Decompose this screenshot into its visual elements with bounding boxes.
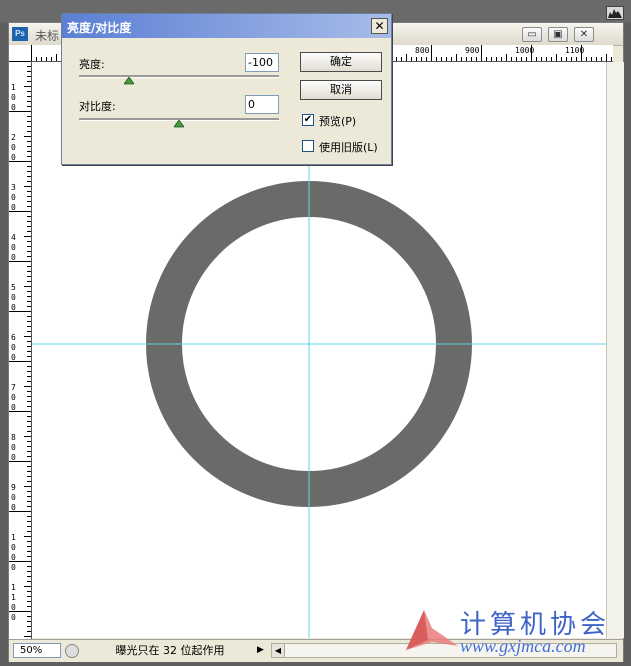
status-info-icon[interactable] (65, 644, 79, 658)
ruler-label-digit: 0 (11, 403, 16, 412)
scroll-left-arrow-icon[interactable]: ◀ (272, 644, 285, 657)
ruler-label: 1000 (515, 46, 535, 55)
ruler-label-digit: 0 (11, 453, 16, 462)
ruler-label-digit: 0 (11, 253, 16, 262)
ruler-label-digit: 1 (11, 83, 16, 92)
contrast-input[interactable]: 0 (245, 95, 279, 114)
contrast-label: 对比度: (79, 100, 116, 113)
ruler-label-digit: 0 (11, 613, 16, 622)
ruler-vertical[interactable]: 10020030040050060070080090010001100 (9, 61, 32, 639)
ruler-label-digit: 0 (11, 443, 16, 452)
ruler-label-digit: 0 (11, 343, 16, 352)
preview-label: 预览(P) (319, 115, 357, 128)
ruler-label-digit: 0 (11, 103, 16, 112)
brightness-input[interactable]: -100 (245, 53, 279, 72)
ruler-label-digit: 0 (11, 143, 16, 152)
ruler-label-digit: 0 (11, 353, 16, 362)
photoshop-icon: Ps (12, 27, 28, 41)
ruler-label-digit: 0 (11, 193, 16, 202)
legacy-checkbox[interactable] (302, 140, 314, 152)
watermark-logo-icon (406, 610, 458, 650)
watermark: 计算机协会 www.gxjmca.com (402, 600, 628, 662)
brightness-contrast-dialog: 亮度/对比度 ✕ 亮度: -100 对比度: 0 确定 取消 ✔ 预览(P) 使… (61, 13, 392, 165)
dialog-title: 亮度/对比度 (67, 21, 132, 35)
ruler-label-digit: 1 (11, 583, 16, 592)
ruler-label-digit: 9 (11, 483, 16, 492)
ruler-label-digit: 4 (11, 233, 16, 242)
ruler-label-digit: 0 (11, 293, 16, 302)
ruler-label-digit: 0 (11, 503, 16, 512)
ruler-label-digit: 0 (11, 493, 16, 502)
ruler-label-digit: 0 (11, 243, 16, 252)
ok-button[interactable]: 确定 (300, 52, 382, 72)
ruler-label-digit: 0 (11, 203, 16, 212)
ruler-label-digit: 0 (11, 563, 16, 572)
ruler-label-digit: 1 (11, 533, 16, 542)
ruler-label-digit: 0 (11, 543, 16, 552)
ruler-label-digit: 0 (11, 153, 16, 162)
ruler-label-digit: 0 (11, 303, 16, 312)
ruler-label: 800 (415, 46, 430, 55)
ruler-label-digit: 5 (11, 283, 16, 292)
checkmark-icon: ✔ (303, 114, 313, 125)
ruler-label-digit: 1 (11, 593, 16, 602)
dialog-title-bar[interactable]: 亮度/对比度 ✕ (62, 14, 391, 38)
ruler-label-digit: 6 (11, 333, 16, 342)
legacy-label: 使用旧版(L) (319, 141, 378, 154)
document-title: 未标 (35, 29, 60, 43)
status-menu-arrow-icon[interactable]: ▶ (257, 645, 264, 655)
status-message: 曝光只在 32 位起作用 (115, 644, 225, 657)
ruler-label-digit: 2 (11, 133, 16, 142)
contrast-slider-thumb[interactable] (174, 120, 184, 128)
ruler-label: 900 (465, 46, 480, 55)
ruler-origin[interactable] (9, 45, 32, 62)
ruler-label: 1100 (565, 46, 585, 55)
ruler-label-digit: 0 (11, 603, 16, 612)
restore-button[interactable]: ▣ (548, 27, 568, 42)
watermark-url: www.gxjmca.com (460, 636, 586, 656)
brightness-slider-thumb[interactable] (124, 77, 134, 85)
ruler-label-digit: 0 (11, 93, 16, 102)
minimize-button[interactable]: ▭ (522, 27, 542, 42)
ruler-label-digit: 7 (11, 383, 16, 392)
preview-checkbox[interactable]: ✔ (302, 114, 314, 126)
ruler-label-digit: 0 (11, 553, 16, 562)
zoom-level-field[interactable]: 50% (13, 643, 61, 658)
ruler-label-digit: 8 (11, 433, 16, 442)
dialog-close-button[interactable]: ✕ (371, 18, 388, 34)
close-button[interactable]: ✕ (574, 27, 594, 42)
histogram-icon[interactable] (606, 6, 624, 20)
brightness-slider-track[interactable] (79, 75, 279, 78)
brightness-label: 亮度: (79, 58, 105, 71)
vertical-scrollbar[interactable] (606, 62, 624, 638)
ruler-label-digit: 3 (11, 183, 16, 192)
ruler-label-digit: 0 (11, 393, 16, 402)
cancel-button[interactable]: 取消 (300, 80, 382, 100)
